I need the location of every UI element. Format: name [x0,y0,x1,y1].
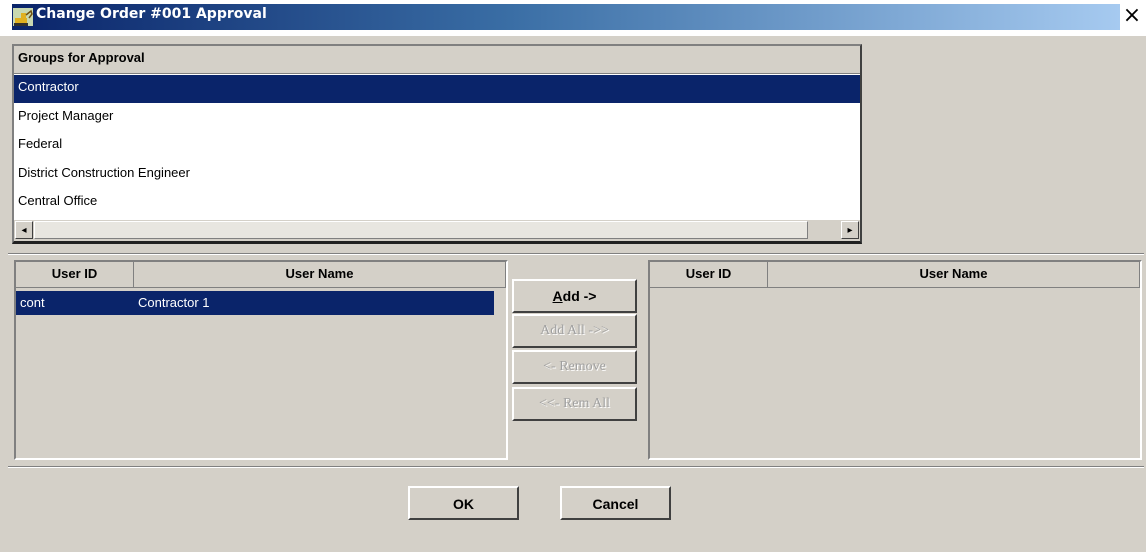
divider-highlight [8,254,1144,255]
add-all-button[interactable]: Add All ->> [512,314,637,348]
column-header-user-id[interactable]: User ID [650,262,768,288]
group-item-district-construction-engineer[interactable]: District Construction Engineer [14,161,860,189]
group-item-federal[interactable]: Federal [14,132,860,160]
window-title: Change Order #001 Approval [36,6,267,22]
add-button-label: dd -> [562,288,597,304]
user-id-cell: cont [20,295,45,310]
user-name-cell: Contractor 1 [138,295,210,310]
column-header-user-name[interactable]: User Name [768,262,1140,288]
remove-button[interactable]: <- Remove [512,350,637,384]
title-bar: Change Order #001 Approval × [0,0,1146,36]
add-button-mnemonic: A [552,288,563,304]
group-item-central-office[interactable]: Central Office [14,189,860,217]
cancel-button[interactable]: Cancel [560,486,671,520]
ok-button[interactable]: OK [408,486,519,520]
group-item-contractor[interactable]: Contractor [14,75,860,103]
groups-list[interactable]: Groups for Approval Contractor Project M… [12,44,862,244]
column-header-user-name[interactable]: User Name [134,262,506,288]
selected-users-grid[interactable]: User ID User Name [648,260,1142,460]
column-header-user-id[interactable]: User ID [16,262,134,288]
divider-highlight [8,467,1144,468]
add-button[interactable]: Add -> [512,279,637,313]
scrollbar-thumb[interactable] [34,221,808,239]
remove-all-button[interactable]: <<- Rem All [512,387,637,421]
excavator-icon [13,8,33,26]
groups-header[interactable]: Groups for Approval [14,46,860,74]
available-users-grid[interactable]: User ID User Name cont Contractor 1 [14,260,508,460]
horizontal-scrollbar[interactable]: ◂ ▸ [14,219,860,241]
table-row[interactable]: cont Contractor 1 [16,291,494,315]
group-item-project-manager[interactable]: Project Manager [14,104,860,132]
close-icon[interactable]: × [1122,5,1142,29]
scroll-right-icon[interactable]: ▸ [841,221,859,239]
scroll-left-icon[interactable]: ◂ [15,221,33,239]
